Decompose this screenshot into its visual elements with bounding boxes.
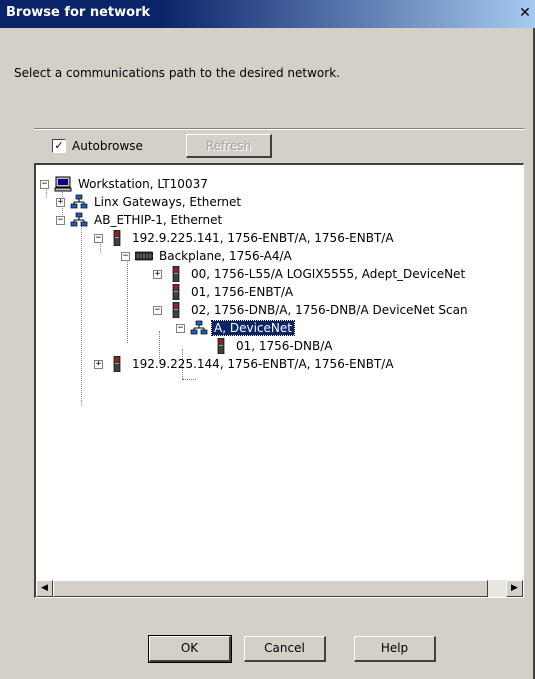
tree-connector: [127, 259, 128, 343]
collapse-icon[interactable]: −: [121, 251, 130, 261]
tree-node-label[interactable]: 00, 1756-L55/A LOGIX5555, Adept_DeviceNe…: [189, 267, 467, 281]
help-button[interactable]: Help: [354, 636, 436, 662]
tree-node-label[interactable]: Workstation, LT10037: [76, 177, 210, 191]
module-icon: [108, 229, 126, 247]
tree-node[interactable]: − Workstation, LT10037: [40, 175, 210, 193]
tree-node[interactable]: − AB_ETHIP-1, Ethernet: [56, 211, 224, 229]
tree-node-label[interactable]: 192.9.225.141, 1756-ENBT/A, 1756-ENBT/A: [130, 231, 396, 245]
expand-icon[interactable]: +: [56, 197, 65, 207]
tree-node[interactable]: − Backplane, 1756-A4/A: [121, 247, 294, 265]
expand-icon[interactable]: +: [94, 359, 103, 369]
network-icon: [70, 194, 88, 210]
browse-for-network-dialog: Browse for network ✕ Select a communicat…: [0, 0, 535, 679]
network-tree-view[interactable]: − Workstation, LT10037 + Linx Gateways, Eth…: [34, 163, 524, 598]
instruction-text: Select a communications path to the desi…: [14, 66, 340, 80]
network-icon: [70, 212, 88, 228]
horizontal-scrollbar[interactable]: ◀ ▶: [36, 580, 523, 597]
close-icon[interactable]: ✕: [517, 5, 533, 21]
tree-connector: [182, 379, 196, 380]
tree-node-label[interactable]: 01, 1756-DNB/A: [234, 339, 334, 353]
tree-node[interactable]: − 02, 1756-DNB/A, 1756-DNB/A DeviceNet Sc…: [153, 301, 470, 319]
tree-node-label[interactable]: 01, 1756-ENBT/A: [189, 285, 295, 299]
tree-node[interactable]: − 192.9.225.141, 1756-ENBT/A, 1756-ENBT/A: [94, 229, 396, 247]
collapse-icon[interactable]: −: [40, 179, 49, 189]
autobrowse-checkbox-row[interactable]: ✓ Autobrowse: [52, 138, 143, 154]
expand-icon[interactable]: +: [153, 269, 162, 279]
network-icon: [190, 320, 208, 336]
tree-node-label[interactable]: 192.9.225.144, 1756-ENBT/A, 1756-ENBT/A: [130, 357, 396, 371]
tree-node[interactable]: +192.9.225.144, 1756-ENBT/A, 1756-ENBT/A: [94, 355, 396, 373]
collapse-icon[interactable]: −: [94, 233, 103, 243]
ok-button[interactable]: OK: [148, 635, 232, 663]
tree-node[interactable]: 01, 1756-DNB/A: [198, 337, 334, 355]
window-title: Browse for network: [6, 5, 151, 20]
tree-node-label[interactable]: AB_ETHIP-1, Ethernet: [92, 213, 224, 227]
refresh-button[interactable]: Refresh: [186, 134, 272, 158]
module-icon: [167, 301, 185, 319]
tree-connector: [81, 223, 82, 405]
module-icon: [167, 283, 185, 301]
tree-node[interactable]: − A, DeviceNet: [176, 319, 295, 337]
scroll-thumb[interactable]: [53, 580, 488, 597]
tree-node-label[interactable]: 02, 1756-DNB/A, 1756-DNB/A DeviceNet Sca…: [189, 303, 470, 317]
module-icon: [108, 355, 126, 373]
tree-node[interactable]: 01, 1756-ENBT/A: [153, 283, 295, 301]
tree-node[interactable]: + Linx Gateways, Ethernet: [56, 193, 243, 211]
cancel-button[interactable]: Cancel: [244, 636, 326, 662]
module-icon: [167, 265, 185, 283]
scroll-right-icon[interactable]: ▶: [506, 580, 523, 597]
tree-node-label[interactable]: Linx Gateways, Ethernet: [92, 195, 243, 209]
title-bar[interactable]: Browse for network ✕: [0, 0, 535, 28]
autobrowse-label[interactable]: Autobrowse: [72, 139, 143, 153]
collapse-icon[interactable]: −: [153, 305, 162, 315]
tree-node-label[interactable]: Backplane, 1756-A4/A: [157, 249, 294, 263]
computer-icon: [54, 176, 72, 192]
module-icon: [212, 337, 230, 355]
backplane-icon: [134, 248, 154, 264]
collapse-icon[interactable]: −: [56, 215, 65, 225]
collapse-icon[interactable]: −: [176, 323, 185, 333]
autobrowse-checkbox[interactable]: ✓: [52, 139, 66, 153]
tree-node[interactable]: +00, 1756-L55/A LOGIX5555, Adept_DeviceN…: [153, 265, 467, 283]
tree-node-label[interactable]: A, DeviceNet: [211, 320, 295, 336]
separator-line: [34, 128, 524, 130]
scroll-left-icon[interactable]: ◀: [36, 580, 53, 597]
